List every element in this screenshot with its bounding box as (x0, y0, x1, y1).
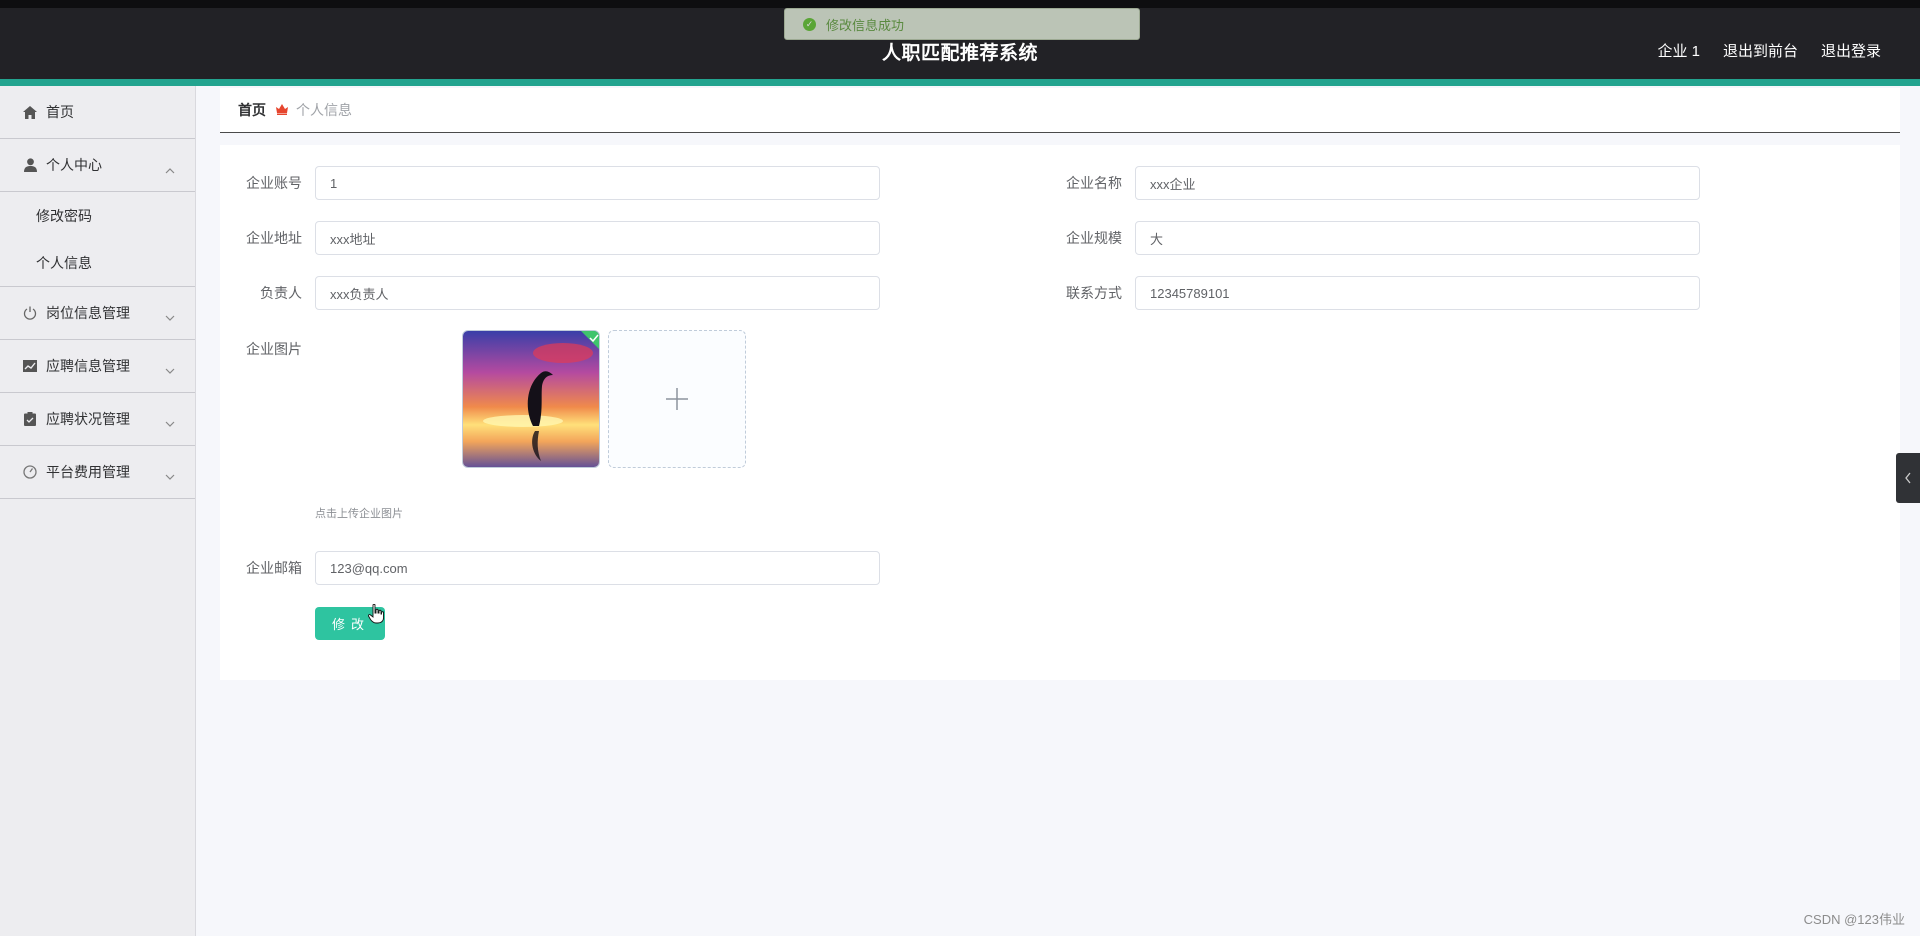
breadcrumb-separator-icon (276, 102, 288, 118)
upload-hint: 点击上传企业图片 (315, 508, 403, 520)
sidebar-item-home[interactable]: 首页 (0, 86, 195, 139)
company-image-thumbnail[interactable] (462, 330, 600, 468)
toast-message: 修改信息成功 (826, 17, 905, 33)
chevron-down-icon (165, 362, 175, 378)
sidebar-item-label: 个人信息 (36, 254, 92, 271)
chevron-down-icon (165, 415, 175, 431)
scale-label: 企业规模 (1066, 230, 1122, 246)
address-input[interactable] (315, 221, 880, 255)
chevron-up-icon (165, 161, 175, 177)
profile-form: 企业账号 企业名称 企业地址 企业规模 负责人 联系方式 企业图片 (220, 145, 1900, 680)
success-check-icon: ✓ (803, 17, 816, 31)
power-icon (22, 305, 38, 321)
account-label: 企业账号 (246, 175, 302, 191)
sidebar-item-label: 平台费用管理 (46, 464, 130, 480)
sidebar-item-status-mgmt[interactable]: 应聘状况管理 (0, 393, 195, 446)
sidebar-item-personal-info[interactable]: 个人信息 (0, 239, 195, 286)
chevron-left-icon (1905, 472, 1911, 484)
sidebar-item-label: 首页 (46, 104, 74, 120)
sidebar-item-label: 个人中心 (46, 157, 102, 173)
sidebar-item-personal-center[interactable]: 个人中心 (0, 139, 195, 192)
collapse-panel-tab[interactable] (1896, 453, 1920, 503)
sidebar-item-label: 修改密码 (36, 207, 92, 224)
clipboard-icon (22, 411, 38, 427)
gauge-icon (22, 464, 38, 480)
add-image-button[interactable] (608, 330, 746, 468)
breadcrumb-home[interactable]: 首页 (238, 100, 266, 120)
company-name-input[interactable] (1135, 166, 1700, 200)
company-name-label: 企业名称 (1066, 175, 1122, 191)
sidebar-item-label: 应聘信息管理 (46, 358, 130, 374)
sidebar-item-change-password[interactable]: 修改密码 (0, 192, 195, 239)
main-panel: 首页 个人信息 (220, 88, 1900, 133)
chart-icon (22, 358, 38, 374)
company-image-label: 企业图片 (246, 341, 302, 357)
header-nav: 企业 1 退出到前台 退出登录 (1657, 40, 1881, 61)
phone-input[interactable] (1135, 276, 1700, 310)
user-icon (22, 157, 38, 173)
sidebar-item-job-mgmt[interactable]: 岗位信息管理 (0, 287, 195, 340)
home-icon (22, 104, 38, 120)
sidebar-item-label: 应聘状况管理 (46, 411, 130, 427)
logout-link[interactable]: 退出登录 (1821, 40, 1881, 61)
personal-center-submenu: 修改密码 个人信息 (0, 192, 195, 287)
contact-person-label: 负责人 (260, 285, 302, 301)
back-to-frontend-link[interactable]: 退出到前台 (1723, 40, 1798, 61)
watermark: CSDN @123伟业 (1803, 912, 1905, 927)
header-accent-bar (0, 79, 1920, 86)
account-input[interactable] (315, 166, 880, 200)
chevron-down-icon (165, 309, 175, 325)
contact-person-input[interactable] (315, 276, 880, 310)
scale-input[interactable] (1135, 221, 1700, 255)
breadcrumb: 首页 个人信息 (220, 88, 1900, 133)
sidebar-item-label: 岗位信息管理 (46, 305, 130, 321)
plus-icon (666, 388, 688, 410)
sidebar-item-application-mgmt[interactable]: 应聘信息管理 (0, 340, 195, 393)
sidebar-item-fee-mgmt[interactable]: 平台费用管理 (0, 446, 195, 499)
address-label: 企业地址 (246, 230, 302, 246)
hand-cursor-icon (367, 603, 384, 629)
sidebar: 首页 个人中心 修改密码 个人信息 岗位信息管理 应聘信息管理 应聘状况管理 平… (0, 86, 196, 936)
phone-label: 联系方式 (1066, 285, 1122, 301)
email-label: 企业邮箱 (246, 560, 302, 576)
email-input[interactable] (315, 551, 880, 585)
app-title: 人职匹配推荐系统 (881, 43, 1038, 64)
top-strip (0, 0, 1920, 8)
success-toast: ✓ 修改信息成功 (784, 8, 1140, 40)
breadcrumb-current: 个人信息 (296, 102, 352, 118)
dolphin-sunset-image (463, 331, 599, 467)
current-user-link[interactable]: 企业 1 (1657, 40, 1700, 61)
chevron-down-icon (165, 468, 175, 484)
